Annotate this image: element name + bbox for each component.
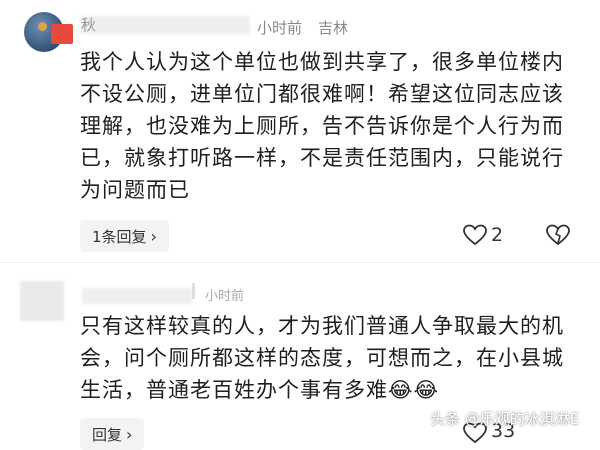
comment-separator (0, 262, 600, 263)
user-badge (51, 24, 73, 44)
avatar-blurred[interactable] (20, 281, 64, 321)
chevron-right-icon: › (126, 424, 133, 444)
meta-divider (192, 283, 195, 299)
laughing-emoji: 😂 (413, 378, 440, 402)
laughing-emoji: 😂 (388, 378, 414, 402)
comment-body: 我个人认为这个单位也做到共享了，很多单位楼内 不设公厕，进单位门都很难啊！希望这… (80, 46, 600, 206)
comment-line-with-emoji: 生活，普通老百姓办个事有多难😂😂 (80, 374, 600, 406)
comment-line: 已，就象打听路一样，不是责任范围内，只能说行 (80, 146, 564, 170)
dislike-heart-icon[interactable] (546, 224, 570, 246)
like-count: 2 (491, 224, 504, 246)
username-blurred (80, 16, 250, 34)
comment-line: 不设公厕，进单位门都很难啊！希望这位同志应该 (80, 82, 564, 106)
reply-label: 1条回复 (92, 227, 147, 246)
comment-line: 会，问个厕所都这样的态度，可想而之，在小县城 (80, 346, 564, 370)
comment-body: 只有这样较真的人，才为我们普通人争取最大的机 会，问个厕所都这样的态度，可想而之… (80, 310, 600, 406)
comment-time: 小时前 (257, 19, 303, 37)
comment-line: 理解，也没难为上厕所，告不告诉你是个人行为而 (80, 114, 564, 138)
comment-line: 只有这样较真的人，才为我们普通人争取最大的机 (80, 314, 564, 338)
reply-button[interactable]: 1条回复 › (80, 220, 169, 252)
comment-username: 秋 (81, 16, 97, 34)
comment-line: 为问题而已 (80, 178, 190, 202)
heart-icon[interactable] (463, 224, 487, 246)
username-blurred (82, 288, 192, 304)
watermark: 头条 @乐观的冰淇淋E (430, 410, 580, 428)
comment-location: 吉林 (318, 19, 349, 37)
comment-time: 小时前 (205, 289, 245, 304)
reply-label: 回复 (92, 425, 123, 444)
comment-line: 生活，普通老百姓办个事有多难 (80, 378, 388, 402)
reply-button[interactable]: 回复 › (80, 418, 145, 450)
comment-line: 我个人认为这个单位也做到共享了，很多单位楼内 (80, 50, 564, 74)
chevron-right-icon: › (150, 226, 157, 246)
